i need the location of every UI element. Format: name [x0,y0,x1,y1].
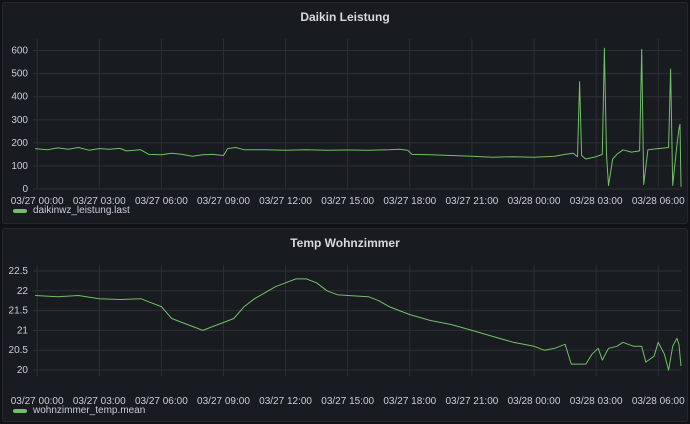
y-tick-label: 22.5 [9,266,29,277]
legend-label: wohnzimmer_temp.mean [33,405,146,416]
x-tick-label: 03/27 09:00 [197,196,250,207]
x-tick-label: 03/27 18:00 [383,196,436,207]
y-tick-label: 20.5 [9,345,29,356]
chart-panel-daikin-leistung: Daikin Leistung 0 100 200 300 400 500 600 03/27… [2,2,688,224]
chart-panel-temp-wohnzimmer: Temp Wohnzimmer 20 20.5 21 21.5 22 22.5 03/27 … [2,228,688,422]
y-tick-label: 600 [11,46,28,57]
chart-svg: 010020030040050060003/27 00:00 03/27 03:0… [11,39,685,207]
y-tick-label: 0 [22,184,28,195]
x-tick-label: 03/27 06:00 [135,196,188,207]
x-tick-label: 03/28 03:00 [570,196,623,207]
legend-item[interactable]: wohnzimmer_temp.mean [13,405,145,416]
y-tick-label: 200 [11,138,28,149]
y-tick-label: 21.5 [9,306,29,317]
legend-swatch [13,208,27,213]
y-tick-label: 500 [11,69,28,80]
x-tick-label: 03/28 00:00 [508,396,561,407]
x-tick-label: 03/27 15:00 [321,196,374,207]
x-tick-label: 03/28 00:00 [508,196,561,207]
x-tick-label: 03/27 15:00 [321,396,374,407]
x-tick-label: 03/27 21:00 [445,196,498,207]
chart-svg: 2020.52121.52222.503/27 00:00 03/27 03:00… [9,265,685,407]
y-tick-label: 21 [17,325,29,336]
x-tick-label: 03/28 06:00 [632,196,685,207]
y-tick-label: 22 [17,286,29,297]
x-tick-label: 03/27 18:00 [383,396,436,407]
x-tick-label: 03/27 09:00 [197,396,250,407]
legend-swatch [13,408,27,413]
legend-label: daikinwz_leistung.last [33,205,130,216]
y-tick-label: 20 [17,365,29,376]
x-tick-label: 03/28 06:00 [632,396,685,407]
y-tick-label: 300 [11,115,28,126]
series-line [35,278,682,371]
y-tick-label: 100 [11,161,28,172]
x-tick-label: 03/27 21:00 [445,396,498,407]
x-tick-label: 03/28 03:00 [570,396,623,407]
legend-item[interactable]: daikinwz_leistung.last [13,205,130,216]
y-tick-label: 400 [11,92,28,103]
x-tick-label: 03/27 12:00 [259,196,312,207]
x-tick-label: 03/27 12:00 [259,396,312,407]
